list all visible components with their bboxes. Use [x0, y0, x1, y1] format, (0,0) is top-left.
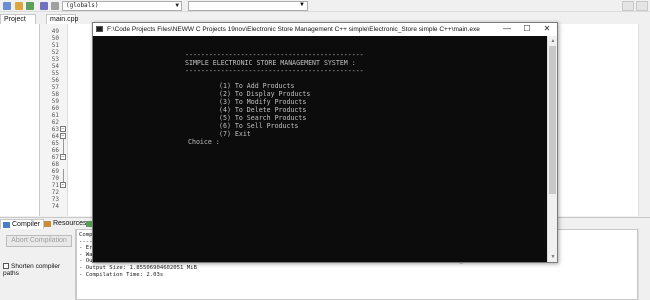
- fold-guide: [63, 169, 64, 183]
- toggle-icon[interactable]: [26, 2, 34, 10]
- line-number: 59: [51, 98, 59, 105]
- goto-icon[interactable]: [40, 2, 48, 10]
- console-screen[interactable]: ----------------------------------------…: [93, 36, 547, 262]
- line-number: 50: [51, 35, 59, 42]
- line-number: 61: [51, 112, 59, 119]
- scope-dropdown[interactable]: (globals) ▼: [62, 1, 182, 11]
- line-number: 63: [51, 126, 59, 133]
- line-number: 74: [51, 203, 59, 210]
- fold-collapse-icon[interactable]: −: [60, 126, 66, 132]
- minimize-button[interactable]: —: [497, 23, 517, 36]
- toolbar-button-a[interactable]: [622, 1, 634, 11]
- line-number: 69: [51, 168, 59, 175]
- line-number-gutter: 49 50 51 52 53 54 55 56 57 58 59 60 61 6…: [40, 24, 68, 216]
- fold-guide: [63, 139, 64, 155]
- line-number: 67: [51, 154, 59, 161]
- line-number: 53: [51, 56, 59, 63]
- log-line: - Compilation Time: 2.03s: [79, 271, 164, 278]
- choice-prompt: Choice :: [188, 138, 220, 146]
- scroll-up-icon[interactable]: ▲: [549, 37, 557, 45]
- tab-main-cpp[interactable]: main.cpp: [46, 14, 78, 24]
- debug-icon[interactable]: [3, 2, 11, 10]
- scope-dropdown-value: (globals): [66, 2, 99, 9]
- line-number: 72: [51, 189, 59, 196]
- line-number: 56: [51, 77, 59, 84]
- compiler-icon: [3, 222, 10, 228]
- line-number: 70: [51, 175, 59, 182]
- menu-separator: ----------------------------------------…: [185, 67, 364, 75]
- tab-compiler-label: Compiler: [12, 221, 41, 228]
- maximize-button[interactable]: ☐: [517, 23, 537, 36]
- line-number: 57: [51, 84, 59, 91]
- log-scrollbar[interactable]: [638, 229, 650, 300]
- log-line: - Output Size: 1.85506904602051 MiB: [79, 264, 197, 271]
- tab-project[interactable]: Project: [0, 14, 36, 24]
- tab-resources-label: Resources: [53, 220, 87, 227]
- fold-collapse-icon[interactable]: −: [60, 154, 66, 160]
- line-number: 60: [51, 105, 59, 112]
- menu-item: (7) Exit: [219, 130, 251, 138]
- scroll-down-icon[interactable]: ▼: [549, 253, 557, 261]
- chevron-down-icon: ▼: [299, 2, 305, 8]
- scroll-thumb[interactable]: [549, 46, 556, 194]
- resources-icon: [44, 221, 51, 227]
- line-number: 55: [51, 70, 59, 77]
- console-scrollbar[interactable]: ▲ ▼: [547, 36, 557, 262]
- toolbar-button-b[interactable]: [636, 1, 648, 11]
- line-number: 66: [51, 147, 59, 154]
- chevron-down-icon: ▼: [175, 2, 179, 9]
- line-number: 52: [51, 49, 59, 56]
- line-number: 54: [51, 63, 59, 70]
- project-panel: [0, 24, 40, 216]
- abort-compilation-button[interactable]: Abort Compilation: [6, 235, 72, 247]
- ide-toolbar: (globals) ▼ ▼: [0, 0, 650, 12]
- line-number: 71: [51, 182, 59, 189]
- line-number: 64: [51, 133, 59, 140]
- editor-scrollbar[interactable]: [638, 24, 650, 216]
- console-title: F:\Code Projects Files\NEWW C Projects 1…: [107, 26, 480, 33]
- function-dropdown[interactable]: ▼: [188, 1, 308, 11]
- bookmark-icon[interactable]: [51, 2, 59, 10]
- console-window[interactable]: F:\Code Projects Files\NEWW C Projects 1…: [92, 22, 558, 263]
- line-number: 62: [51, 119, 59, 126]
- console-icon: [96, 26, 103, 32]
- shorten-paths-checkbox[interactable]: [3, 263, 9, 269]
- fold-collapse-icon[interactable]: −: [60, 133, 66, 139]
- shorten-paths-option[interactable]: Shorten compiler paths: [3, 263, 75, 277]
- line-number: 65: [51, 140, 59, 147]
- close-button[interactable]: ✕: [537, 23, 557, 36]
- line-number: 68: [51, 161, 59, 168]
- compiler-controls: Abort Compilation Shorten compiler paths: [0, 229, 76, 300]
- line-number: 58: [51, 91, 59, 98]
- line-number: 51: [51, 42, 59, 49]
- line-number: 49: [51, 28, 59, 35]
- console-titlebar[interactable]: F:\Code Projects Files\NEWW C Projects 1…: [93, 23, 557, 36]
- fold-collapse-icon[interactable]: −: [60, 182, 66, 188]
- shorten-paths-label: Shorten compiler paths: [3, 263, 61, 277]
- insert-icon[interactable]: [15, 2, 23, 10]
- line-number: 73: [51, 196, 59, 203]
